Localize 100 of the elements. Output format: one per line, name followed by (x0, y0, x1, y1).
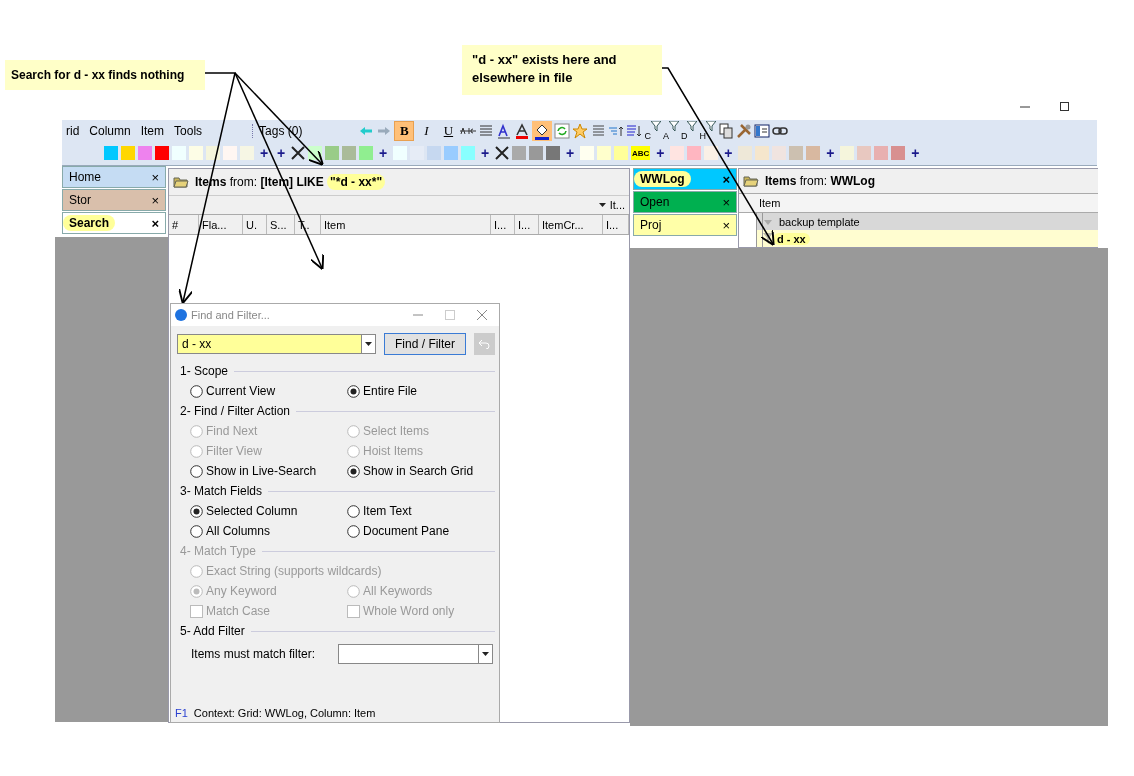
menu-item[interactable]: rid (62, 124, 84, 138)
color-swatch[interactable] (529, 146, 543, 160)
radio-button[interactable] (190, 524, 203, 538)
format-button[interactable]: U (438, 121, 459, 141)
tab[interactable]: WWLog × (633, 168, 737, 190)
dropdown-arrow-icon[interactable] (482, 652, 489, 656)
color-swatch[interactable] (359, 146, 373, 160)
color-swatch[interactable] (874, 146, 889, 160)
color-swatch[interactable] (546, 146, 560, 160)
dropdown-arrow-icon[interactable] (365, 342, 373, 346)
add-color-button[interactable]: + (653, 145, 668, 161)
color-swatch[interactable] (138, 146, 152, 160)
filter-button[interactable]: D (680, 121, 698, 141)
clear-color-icon[interactable] (495, 146, 509, 160)
color-swatch[interactable] (121, 146, 135, 160)
column-header[interactable]: I... (515, 215, 539, 234)
column-header[interactable]: It... (609, 199, 625, 211)
radio-button[interactable] (347, 464, 360, 478)
color-swatch[interactable] (393, 146, 407, 160)
add-color-button[interactable]: + (721, 145, 736, 161)
column-header[interactable]: Fla... (199, 215, 243, 234)
color-swatch[interactable] (172, 146, 186, 160)
color-swatch[interactable] (857, 146, 872, 160)
add-color-button[interactable]: + (478, 145, 492, 161)
filter-icon[interactable] (705, 121, 716, 131)
maximize-icon[interactable] (1059, 101, 1071, 113)
filter-icon[interactable] (668, 121, 679, 131)
add-color-button[interactable]: + (376, 145, 390, 161)
color-swatch[interactable] (155, 146, 169, 160)
clear-color-icon[interactable] (291, 146, 305, 160)
panel-icon[interactable] (753, 123, 770, 139)
find-filter-button[interactable]: Find / Filter (384, 333, 466, 355)
color-swatch[interactable] (806, 146, 821, 160)
color-swatch[interactable] (614, 146, 628, 160)
undo-icon[interactable] (478, 339, 491, 349)
color-swatch[interactable] (223, 146, 237, 160)
column-header[interactable]: I... (491, 215, 515, 234)
color-swatch[interactable] (342, 146, 356, 160)
radio-button[interactable] (347, 524, 360, 538)
undo-button[interactable] (473, 333, 495, 355)
color-swatch[interactable] (325, 146, 339, 160)
color-swatch[interactable] (189, 146, 203, 160)
tab[interactable]: Open × (633, 191, 737, 213)
column-header[interactable]: Item (739, 194, 1098, 213)
search-field[interactable]: d - xx (177, 334, 377, 354)
radio-button[interactable] (190, 464, 203, 478)
sort-down-icon[interactable] (626, 123, 643, 139)
color-swatch[interactable] (240, 146, 254, 160)
color-swatch[interactable] (512, 146, 526, 160)
color-swatch[interactable] (444, 146, 458, 160)
filter-button[interactable]: H (699, 121, 716, 141)
close-icon[interactable] (477, 310, 487, 320)
list-icon[interactable] (590, 123, 607, 139)
color-swatch[interactable] (104, 146, 118, 160)
font-style-icon[interactable] (496, 123, 513, 139)
format-button[interactable]: I (416, 121, 437, 141)
format-button[interactable]: B (394, 121, 415, 141)
tab[interactable]: Search × (62, 212, 166, 234)
color-swatch[interactable] (597, 146, 611, 160)
color-swatch[interactable] (755, 146, 770, 160)
tools-icon[interactable] (735, 123, 752, 139)
color-swatch[interactable] (704, 146, 719, 160)
radio-button[interactable] (347, 504, 360, 518)
dropdown-arrow-icon[interactable] (598, 203, 606, 207)
radio-button[interactable] (190, 384, 203, 398)
color-swatch[interactable] (891, 146, 906, 160)
fill-color-icon[interactable] (532, 121, 553, 141)
tab[interactable]: Stor × (62, 189, 166, 211)
menu-item[interactable]: Column (85, 124, 135, 138)
add-color-button[interactable]: + (908, 145, 923, 161)
color-swatch[interactable] (840, 146, 855, 160)
color-swatch[interactable] (738, 146, 753, 160)
add-color-button[interactable]: + (563, 145, 577, 161)
filter-icon[interactable] (687, 121, 698, 131)
color-swatch[interactable] (461, 146, 475, 160)
text-color-sample[interactable]: ABC (631, 146, 651, 160)
tab[interactable]: Proj × (633, 214, 737, 236)
copy-icon[interactable] (717, 123, 734, 139)
folder-icon[interactable] (173, 174, 189, 190)
column-header[interactable]: Item (321, 215, 491, 234)
color-swatch[interactable] (789, 146, 804, 160)
menu-item[interactable]: Tools (170, 124, 207, 138)
color-swatch[interactable] (670, 146, 685, 160)
add-color-button[interactable]: + (274, 145, 288, 161)
grid-row[interactable]: backup template (739, 213, 1098, 231)
column-header[interactable]: # (169, 215, 199, 234)
color-swatch[interactable] (206, 146, 220, 160)
column-header[interactable]: ItemCr... (539, 215, 603, 234)
menu-item[interactable]: Item (136, 124, 169, 138)
star-icon[interactable] (572, 123, 589, 139)
folder-icon[interactable] (743, 173, 759, 190)
filter-button[interactable]: A (662, 121, 679, 141)
column-header[interactable]: S... (267, 215, 295, 234)
filter-button[interactable]: C (644, 121, 661, 141)
color-swatch[interactable] (580, 146, 594, 160)
column-header[interactable]: U. (243, 215, 267, 234)
radio-button[interactable] (190, 504, 203, 518)
help-key[interactable]: F1 (175, 707, 188, 719)
add-color-button[interactable]: + (257, 145, 271, 161)
radio-button[interactable] (347, 384, 360, 398)
